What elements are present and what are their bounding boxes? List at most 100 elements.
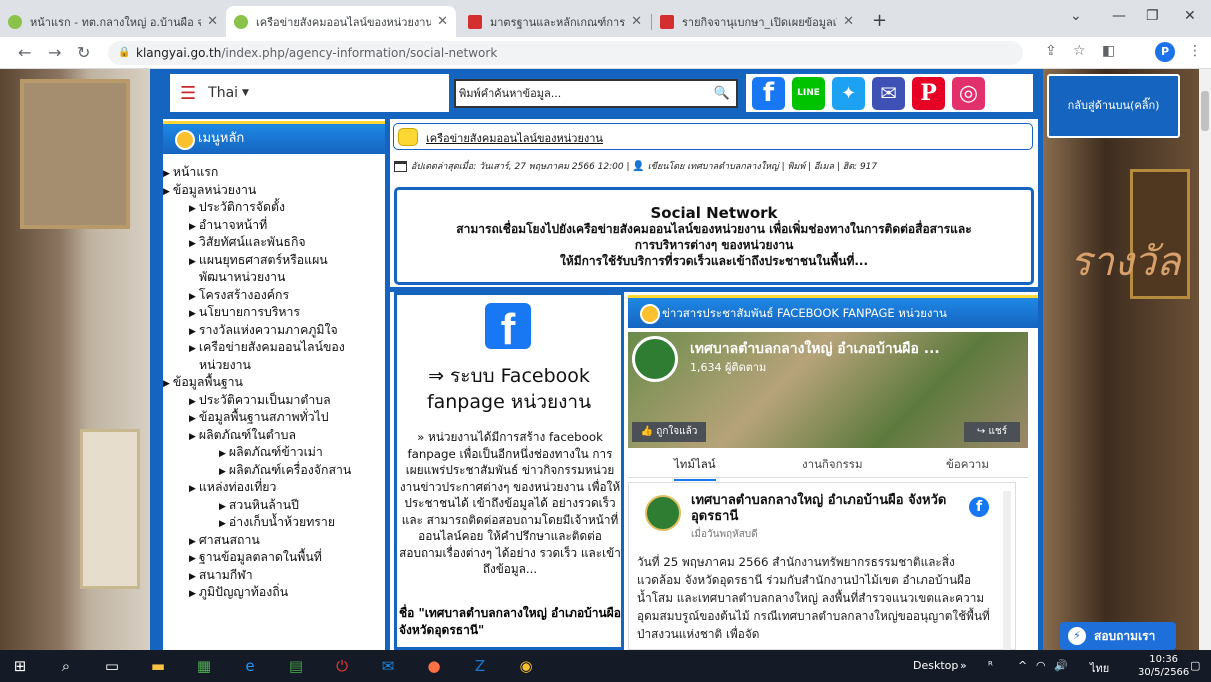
forward-icon[interactable]: → (48, 43, 61, 62)
store-icon[interactable]: ▦ (194, 656, 214, 676)
bookmark-star-icon[interactable]: ☆ (1073, 43, 1086, 59)
tab-search-icon[interactable]: ⌄ (1070, 8, 1082, 24)
back-to-top-button[interactable]: กลับสู่ด้านบน(คลิ๊ก) (1047, 74, 1180, 138)
desktop-toolbar-label[interactable]: Desktop (913, 659, 958, 672)
sidebar-item[interactable]: ▶ ข้อมูลหน่วยงาน (163, 182, 256, 200)
share-icon[interactable]: ⇪ (1045, 43, 1057, 59)
browser-tab-active[interactable]: เครือข่ายสังคมออนไลน์ของหน่วยงาน - ✕ (226, 6, 456, 37)
sidebar-item[interactable]: ▶ ข้อมูลพื้นฐาน (163, 374, 243, 392)
sidebar-item[interactable]: ▶ ภูมิปัญญาท้องถิ่น (189, 584, 288, 602)
zalo-icon[interactable]: Z (470, 656, 490, 676)
tab-events[interactable]: งานกิจกรรม (802, 456, 863, 474)
app-icon[interactable]: ⏻ (332, 656, 352, 676)
instagram-icon[interactable]: ◎ (952, 76, 985, 110)
tray-chevron-icon[interactable]: ^ (1018, 659, 1027, 672)
close-window-icon[interactable]: ✕ (1184, 8, 1196, 24)
page-scrollbar[interactable] (1199, 69, 1211, 650)
sidebar-item[interactable]: ▶ แผนยุทธศาสตร์หรือแผน (189, 252, 328, 270)
sidebar-item[interactable]: ▶ เครือข่ายสังคมออนไลน์ของ (189, 339, 345, 357)
post-scrollbar[interactable] (1003, 491, 1011, 650)
windows-start-icon[interactable]: ⊞ (10, 656, 30, 676)
line-icon[interactable]: LINE (792, 76, 825, 110)
sidebar-item[interactable]: ▶ อำนาจหน้าที่ (189, 217, 267, 235)
sidebar-item[interactable]: ▶ นโยบายการบริหาร (189, 304, 300, 322)
sidepanel-icon[interactable]: ◧ (1102, 43, 1115, 59)
sidebar-item[interactable]: ▶ รางวัลแห่งความภาคภูมิใจ (189, 322, 338, 340)
close-tab-icon[interactable]: ✕ (437, 14, 448, 29)
menu-kebab-icon[interactable]: ⋮ (1188, 43, 1202, 59)
sidebar-item[interactable]: ▶ วิสัยทัศน์และพันธกิจ (189, 234, 306, 252)
post-author[interactable]: เทศบาลตำบลกลางใหญ่ อำเภอบ้านผือ จังหวัดอ… (691, 493, 961, 525)
overflow-icon[interactable]: » (960, 659, 967, 672)
browser-tab[interactable]: รายกิจจานุเบกษา_เปิดเผยข้อมูลเปิดภ ✕ (652, 6, 862, 37)
browser-tab[interactable]: หน้าแรก - ทต.กลางใหญ่ อ.บ้านผือ จ.อุ ✕ (0, 6, 226, 37)
volume-icon[interactable]: 🔊 (1054, 659, 1068, 672)
share-button[interactable]: ↪ แชร์ (964, 422, 1020, 442)
close-tab-icon[interactable]: ✕ (631, 14, 642, 29)
intro-line: การบริหารต่างๆ ของหน่วยงาน (634, 238, 794, 252)
restore-icon[interactable]: ❐ (1146, 8, 1159, 24)
profile-avatar[interactable]: P (1155, 42, 1175, 62)
excel-icon[interactable]: ▤ (286, 656, 306, 676)
sidebar-item[interactable]: พัฒนาหน่วยงาน (199, 269, 285, 285)
reload-icon[interactable]: ↻ (77, 43, 90, 62)
facebook-icon[interactable]: f (752, 76, 785, 110)
edge-icon[interactable]: e (240, 656, 260, 676)
browser-tab[interactable]: มาตรฐานและหลักเกณฑ์การเปิดเผยข้อ ✕ (460, 6, 650, 37)
tab-timeline[interactable]: ไทม์ไลน์ (674, 456, 716, 481)
doc-favicon-icon (660, 14, 674, 29)
bullet-arrow-icon: ▶ (219, 449, 226, 459)
address-bar[interactable]: 🔒 klangyai.go.th/index.php/agency-inform… (108, 41, 1023, 65)
input-language[interactable]: ไทย (1090, 659, 1109, 677)
file-explorer-icon[interactable]: ▬ (148, 656, 168, 676)
firefox-icon[interactable]: ● (424, 656, 444, 676)
close-tab-icon[interactable]: ✕ (207, 14, 218, 29)
page-name[interactable]: เทศบาลตำบลกลางใหญ่ อำเภอบ้านผือ ... (690, 338, 1020, 360)
task-view-icon[interactable]: ▭ (102, 656, 122, 676)
mail-icon[interactable]: ✉ (378, 656, 398, 676)
chrome-icon[interactable]: ◉ (516, 656, 536, 676)
sidebar-item[interactable]: ▶ ผลิตภัณฑ์เครื่องจักสาน (219, 462, 351, 480)
sidebar-item[interactable]: ▶ แหล่งท่องเที่ยว (189, 479, 276, 497)
sidebar-item[interactable]: ▶ สวนหินล้านปี (219, 497, 299, 515)
sidebar-item[interactable]: ▶ อ่างเก็บน้ำห้วยทราย (219, 514, 335, 532)
bullet-arrow-icon: ▶ (189, 396, 196, 407)
people-icon[interactable]: ᴿ (988, 659, 993, 672)
facebook-page-card[interactable]: เทศบาลตำบลกลางใหญ่ อำเภอบ้านผือ ... 1,63… (628, 332, 1028, 448)
breadcrumb-link[interactable]: เครือข่ายสังคมออนไลน์ของหน่วยงาน (426, 129, 603, 147)
scrollbar-thumb[interactable] (1201, 91, 1209, 131)
network-icon[interactable]: ◠ (1036, 659, 1046, 672)
browser-tab-strip: หน้าแรก - ทต.กลางใหญ่ อ.บ้านผือ จ.อุ ✕ เ… (0, 0, 1211, 37)
sidebar-item[interactable]: ▶ ผลิตภัณฑ์ในตำบล (189, 427, 296, 445)
sidebar-item[interactable]: ▶ ประวัติการจัดตั้ง (189, 199, 285, 217)
search-icon[interactable]: 🔍 (714, 81, 730, 106)
email-icon[interactable]: ✉ (872, 76, 905, 110)
sidebar-item[interactable]: ▶ โครงสร้างองค์กร (189, 287, 289, 305)
sidebar-item[interactable]: ▶ ศาสนสถาน (189, 532, 260, 550)
minimize-icon[interactable]: — (1112, 8, 1126, 24)
messenger-icon: ⚡ (1068, 627, 1086, 645)
close-tab-icon[interactable]: ✕ (843, 14, 854, 29)
sidebar-item[interactable]: ▶ ข้อมูลพื้นฐานสภาพทั่วไป (189, 409, 329, 427)
language-selector[interactable]: ☰ Thai ▼ (168, 72, 451, 114)
new-tab-icon[interactable]: + (872, 10, 887, 31)
pinterest-icon[interactable]: P (912, 76, 945, 110)
sidebar-item[interactable]: ▶ ฐานข้อมูลตลาดในพื้นที่ (189, 549, 322, 567)
notification-icon[interactable]: ▢ (1190, 659, 1200, 672)
tab-messages[interactable]: ข้อความ (946, 456, 989, 474)
sidebar-item[interactable]: ▶ ประวัติความเป็นมาตำบล (189, 392, 331, 410)
search-input[interactable]: พิมพ์คำค้นหาข้อมูล... 🔍 (454, 79, 738, 108)
clock[interactable]: 10:36 30/5/2566 (1138, 653, 1189, 679)
messenger-chat-button[interactable]: ⚡ สอบถามเรา (1060, 622, 1176, 650)
sidebar-item[interactable]: ▶ ผลิตภัณฑ์ข้าวเม่า (219, 444, 323, 462)
hamburger-icon[interactable]: ☰ (180, 83, 196, 104)
sidebar-item[interactable]: ▶ หน้าแรก (163, 164, 218, 182)
sidebar-item[interactable]: หน่วยงาน (199, 357, 251, 373)
search-icon[interactable]: ⌕ (56, 656, 76, 676)
sidebar-item[interactable]: ▶ สนามกีฬา (189, 567, 253, 585)
facebook-round-icon: f (969, 497, 989, 517)
twitter-icon[interactable]: ✦ (832, 76, 865, 110)
sidebar-item-label: ข้อมูลพื้นฐาน (172, 375, 243, 389)
liked-button[interactable]: 👍 ถูกใจแล้ว (632, 422, 706, 442)
back-icon[interactable]: ← (18, 43, 31, 62)
